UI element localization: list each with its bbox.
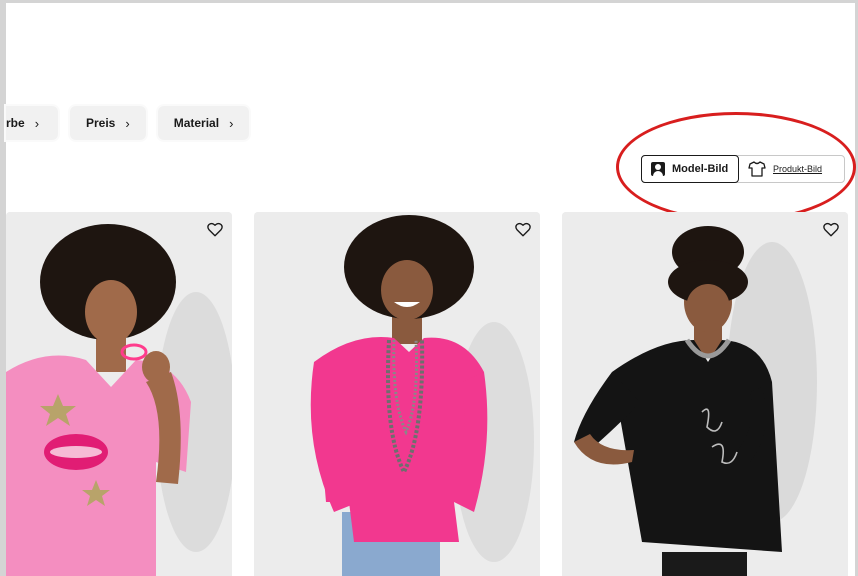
chevron-right-icon: › bbox=[229, 115, 234, 131]
heart-icon[interactable] bbox=[822, 220, 840, 238]
chevron-right-icon: › bbox=[34, 115, 40, 131]
product-card[interactable] bbox=[254, 212, 540, 576]
filter-chip-label: Material bbox=[173, 116, 220, 130]
heart-icon[interactable] bbox=[514, 220, 532, 238]
product-image bbox=[6, 212, 232, 576]
filter-chip-material[interactable]: Material › bbox=[157, 106, 250, 140]
filter-chip-label: rbe bbox=[6, 116, 25, 130]
chevron-right-icon: › bbox=[125, 115, 130, 131]
filter-chip-farbe[interactable]: rbe › bbox=[6, 106, 58, 140]
product-image bbox=[562, 212, 848, 576]
product-image bbox=[254, 212, 540, 576]
screenshot-border-top bbox=[0, 0, 858, 3]
filter-bar: rbe › Preis › Material › bbox=[6, 106, 250, 140]
filter-chip-label: Preis bbox=[86, 116, 116, 130]
filter-chip-preis[interactable]: Preis › bbox=[70, 106, 146, 140]
heart-icon[interactable] bbox=[206, 220, 224, 238]
product-card[interactable] bbox=[6, 212, 232, 576]
annotation-circle bbox=[616, 112, 856, 222]
product-card[interactable] bbox=[562, 212, 848, 576]
